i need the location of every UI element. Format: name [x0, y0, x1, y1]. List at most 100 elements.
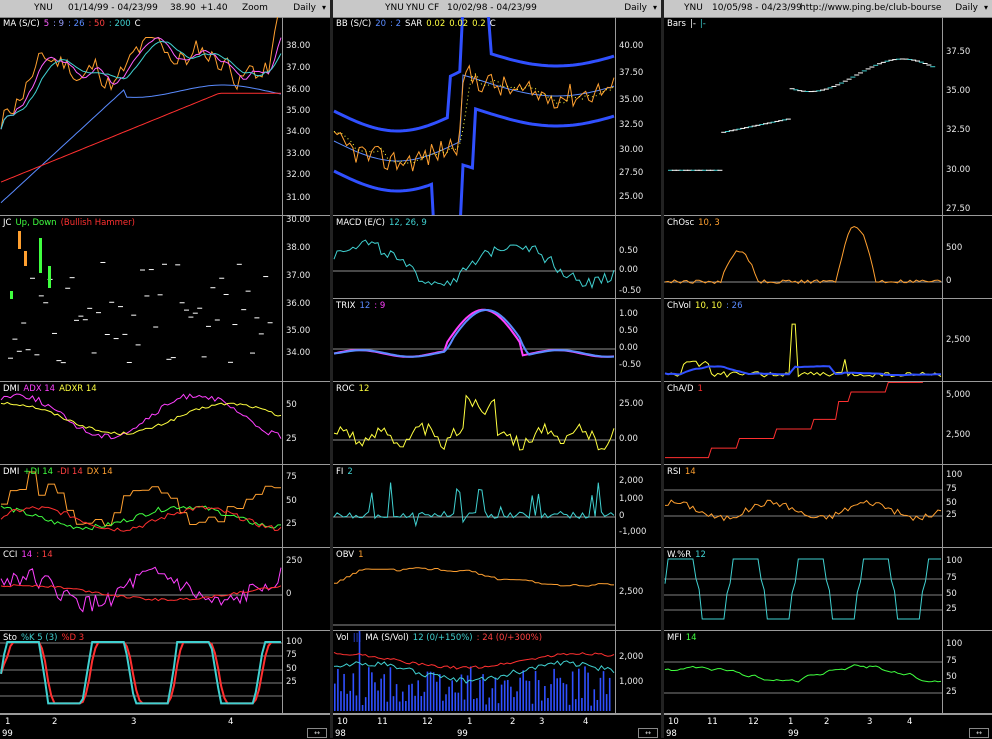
indicator-label[interactable]: RSI 14: [667, 467, 700, 477]
volume-bar: [429, 671, 432, 711]
indicator-label[interactable]: MFI 14: [667, 633, 701, 643]
indicator-panel[interactable]: MA (S/C) 5: 9: 26: 50: 200 C 38.00 37.00 36.0…: [0, 17, 331, 225]
indicator-panel[interactable]: CCI 14: 14 250 0: [0, 548, 330, 631]
plot-area[interactable]: [0, 216, 282, 381]
indicator-label[interactable]: W.%R 12: [667, 550, 710, 560]
chevron-down-icon[interactable]: ▾: [653, 3, 657, 12]
indicator-label[interactable]: ChA/D 1: [667, 384, 707, 394]
chart-header[interactable]: YNU 10/05/98 - 04/23/99 http://www.ping.be…: [664, 0, 992, 18]
indicator-panel[interactable]: MFI 14 100 75 50 25: [664, 631, 992, 714]
plot-area[interactable]: [333, 216, 615, 298]
scroll-arrows-icon[interactable]: ↔: [969, 728, 989, 738]
indicator-label[interactable]: ChVol 10, 10: 26: [667, 301, 746, 311]
indicator-label-part: : 14: [36, 550, 53, 560]
indicator-label[interactable]: MA (S/C) 5: 9: 26: 50: 200 C: [3, 19, 145, 29]
indicator-label[interactable]: MACD (E/C) 12, 26, 9: [336, 218, 431, 228]
chevron-down-icon[interactable]: ▾: [322, 3, 326, 12]
plot-area[interactable]: [0, 631, 282, 713]
period-selector[interactable]: Daily: [293, 3, 316, 13]
indicator-label[interactable]: Sto %K 5 (3) %D 3: [3, 633, 88, 643]
y-tick-label: 35.00: [286, 326, 311, 336]
volume-bar: [343, 673, 345, 711]
date-range: 01/14/99 - 04/23/99: [68, 3, 158, 13]
volume-bar: [377, 690, 379, 711]
plot-area[interactable]: [333, 299, 615, 381]
indicator-panel[interactable]: ChA/D 1 5,000 2,500: [664, 382, 992, 465]
zoom-button[interactable]: Zoom: [242, 3, 268, 13]
volume-bar: [435, 681, 438, 711]
volume-bar: [562, 682, 565, 711]
plot-area[interactable]: [664, 548, 942, 630]
plot-area[interactable]: [0, 382, 282, 464]
indicator-label-part: MA (S/C): [3, 19, 40, 29]
y-axis: 100 75 50 25: [942, 631, 992, 713]
plot-area[interactable]: [664, 382, 942, 464]
indicator-panel[interactable]: ChOsc 10, 3 500 0: [664, 216, 992, 299]
indicator-label-part: |-: [699, 19, 706, 29]
plot-area[interactable]: [664, 465, 942, 547]
indicator-label[interactable]: DMI ADX 14 ADXR 14: [3, 384, 101, 394]
plot-area[interactable]: [664, 631, 942, 713]
plot-area[interactable]: [0, 17, 282, 215]
indicator-label[interactable]: FI 2: [336, 467, 357, 477]
plot-area[interactable]: [664, 216, 942, 298]
indicator-plot: [664, 558, 942, 620]
y-axis: 100 75 50 25: [942, 548, 992, 630]
indicator-label[interactable]: Vol ||| MA (S/Vol) 12 (0/+150%): 24 (0/+300…: [336, 633, 546, 643]
indicator-label[interactable]: BB (S/C) 20: 2 SAR 0.02 0.02 0.2 C: [336, 19, 500, 29]
trix-signal-line: [333, 308, 615, 358]
indicator-panel[interactable]: JC Up, Down (Bullish Hammer) 38.00 37.00 36.0…: [0, 216, 330, 382]
indicator-label-part: ChOsc: [667, 218, 695, 228]
plot-area[interactable]: [333, 548, 615, 630]
plot-area[interactable]: [0, 548, 282, 630]
indicator-label[interactable]: ROC 12: [336, 384, 373, 394]
scroll-arrows-icon[interactable]: ↔: [638, 728, 658, 738]
indicator-label-part: C: [489, 19, 496, 29]
y-tick-label: 75: [286, 650, 297, 660]
indicator-panel[interactable]: ROC 12 25.00 0.00: [333, 382, 661, 465]
period-selector[interactable]: Daily: [955, 3, 978, 13]
indicator-label[interactable]: CCI 14: 14: [3, 550, 57, 560]
indicator-panel[interactable]: OBV 1 2,500: [333, 548, 661, 631]
chart-header[interactable]: YNU 01/14/99 - 04/23/99 38.90 +1.40 Zoom Dail…: [0, 0, 330, 18]
indicator-panel[interactable]: Vol ||| MA (S/Vol) 12 (0/+150%): 24 (0/+300…: [333, 631, 661, 714]
indicator-panel[interactable]: RSI 14 100 75 50 25: [664, 465, 992, 548]
indicator-panel[interactable]: DMI ADX 14 ADXR 14 50 25: [0, 382, 330, 465]
indicator-label[interactable]: OBV 1: [336, 550, 368, 560]
volume-bar: [346, 693, 348, 711]
indicator-panel[interactable]: MACD (E/C) 12, 26, 9 0.50 0.00 -0.50: [333, 216, 661, 299]
indicator-label[interactable]: Bars |- |-: [667, 19, 710, 29]
y-axis: 38.00 37.00 36.00 35.00 34.00 33.00 32.00 31.00…: [282, 17, 331, 225]
indicator-label-part: 12, 26, 9: [388, 218, 427, 228]
indicator-panel[interactable]: FI 2 2,000 1,000 0 -1,000: [333, 465, 661, 548]
indicator-panel[interactable]: W.%R 12 100 75 50 25: [664, 548, 992, 631]
y-tick-label: 1,000: [619, 494, 644, 504]
plot-area[interactable]: [0, 465, 282, 547]
chart-header[interactable]: YNU YNU CF 10/02/98 - 04/23/99 Daily ▾: [333, 0, 661, 18]
indicator-panel[interactable]: ChVol 10, 10: 26 2,500: [664, 299, 992, 382]
indicator-plot: [333, 394, 615, 451]
period-selector[interactable]: Daily: [624, 3, 647, 13]
indicator-label-part: DX 14: [86, 467, 113, 477]
indicator-panel[interactable]: DMI +DI 14 -DI 14 DX 14 75 50 25: [0, 465, 330, 548]
scroll-arrows-icon[interactable]: ↔: [307, 728, 327, 738]
volume-bar: [334, 683, 336, 711]
plot-area[interactable]: [664, 17, 942, 215]
plot-area[interactable]: [333, 465, 615, 547]
indicator-panel[interactable]: Bars |- |- 37.50 35.00 32.50 30.00 27.50: [664, 17, 992, 216]
volume-bar: [519, 677, 521, 711]
indicator-label[interactable]: TRIX 12: 9: [336, 301, 389, 311]
plot-area[interactable]: [333, 382, 615, 464]
indicator-label[interactable]: JC Up, Down (Bullish Hammer): [3, 218, 139, 228]
plot-area[interactable]: [333, 17, 615, 215]
volume-bar: [337, 668, 339, 711]
indicator-label[interactable]: DMI +DI 14 -DI 14 DX 14: [3, 467, 117, 477]
indicator-label-part: |-: [689, 19, 696, 29]
indicator-panel[interactable]: Sto %K 5 (3) %D 3 100 75 50 25: [0, 631, 330, 714]
plot-area[interactable]: [664, 299, 942, 381]
indicator-panel[interactable]: TRIX 12: 9 1.00 0.50 0.00 -0.50: [333, 299, 661, 382]
indicator-panel[interactable]: BB (S/C) 20: 2 SAR 0.02 0.02 0.2 C 40.00 37.50 35…: [333, 17, 661, 216]
chevron-down-icon[interactable]: ▾: [984, 3, 988, 12]
plot-area[interactable]: [333, 631, 615, 713]
indicator-label[interactable]: ChOsc 10, 3: [667, 218, 724, 228]
